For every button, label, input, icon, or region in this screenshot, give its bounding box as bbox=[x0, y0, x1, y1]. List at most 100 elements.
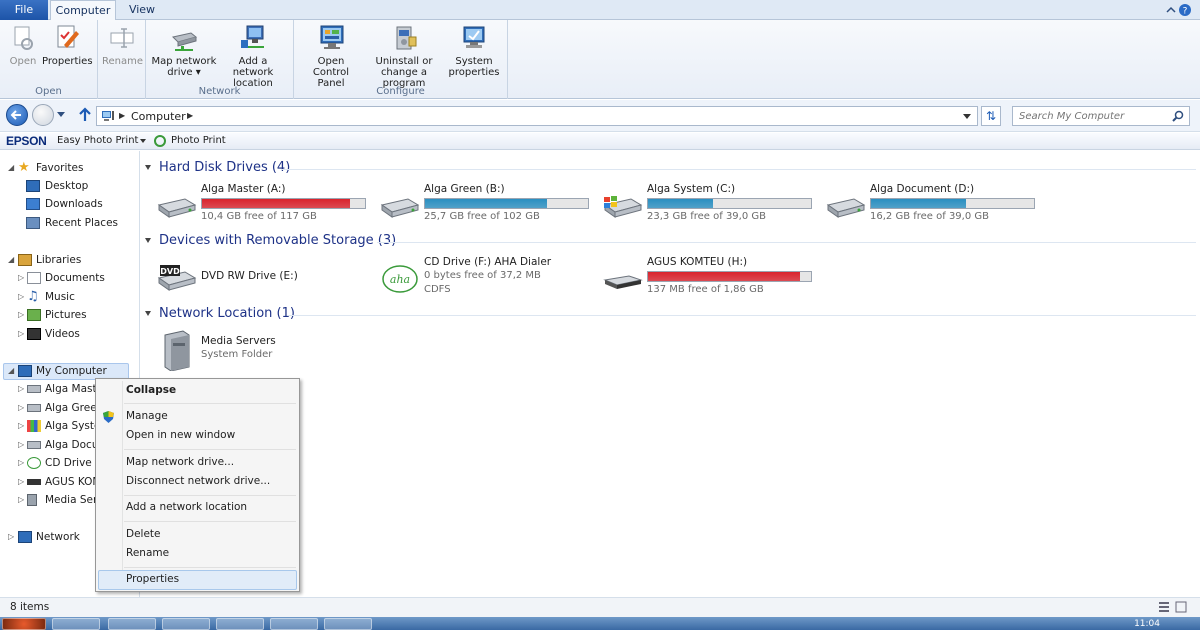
drive-usage-fill bbox=[871, 199, 966, 208]
help-icon[interactable]: ? bbox=[1164, 2, 1192, 18]
add-network-location-button[interactable]: Add a network location bbox=[218, 23, 288, 89]
tab-view[interactable]: View bbox=[120, 0, 164, 20]
section-removable-storage[interactable]: Devices with Removable Storage (3) bbox=[145, 232, 396, 252]
taskbar-app-browser[interactable] bbox=[162, 618, 210, 630]
map-network-drive-button[interactable]: Map network drive ▾ bbox=[150, 23, 218, 78]
section-removable-storage-title: Devices with Removable Storage (3) bbox=[159, 233, 397, 248]
drive-c[interactable]: Alga System (C:) 23,3 GB free of 39,0 GB bbox=[603, 183, 823, 227]
collapse-arrow-icon[interactable] bbox=[145, 311, 151, 316]
drive-d[interactable]: Alga Document (D:) 16,2 GB free of 39,0 … bbox=[826, 183, 1046, 227]
item-count: 8 items bbox=[10, 601, 50, 613]
view-mode-icon[interactable] bbox=[1158, 601, 1188, 613]
drive-e[interactable]: DVD DVD RW Drive (E:) bbox=[157, 256, 377, 300]
context-menu: Collapse Manage Open in new window Map n… bbox=[95, 378, 300, 592]
easy-photo-print-button[interactable]: Easy Photo Print bbox=[57, 135, 138, 146]
photo-print-button[interactable]: Photo Print bbox=[171, 135, 226, 146]
media-servers[interactable]: Media Servers System Folder bbox=[157, 329, 377, 373]
expand-arrow-icon[interactable]: ▷ bbox=[8, 529, 14, 545]
map-drive-icon bbox=[172, 32, 198, 51]
search-box[interactable] bbox=[1012, 106, 1190, 126]
downloads-icon bbox=[26, 198, 40, 210]
system-properties-label-2: properties bbox=[448, 67, 500, 78]
breadcrumb-chevron-icon[interactable]: ▶ bbox=[187, 111, 193, 120]
search-input[interactable] bbox=[1013, 107, 1163, 125]
expand-arrow-icon[interactable]: ▷ bbox=[18, 307, 24, 323]
forward-button[interactable] bbox=[32, 104, 54, 126]
tab-computer[interactable]: Computer bbox=[50, 0, 116, 21]
uninstall-program-button[interactable]: Uninstall or change a program bbox=[364, 23, 444, 89]
menu-item-delete[interactable]: Delete bbox=[126, 528, 161, 540]
cd-drive-icon: aha bbox=[382, 265, 418, 293]
open-button[interactable]: Open bbox=[6, 23, 40, 67]
collapse-arrow-icon[interactable]: ◢ bbox=[8, 160, 14, 176]
expand-arrow-icon[interactable]: ▷ bbox=[18, 418, 24, 434]
menu-item-properties[interactable]: Properties bbox=[126, 573, 179, 585]
epson-toolbar: EPSON Easy Photo Print Photo Print bbox=[0, 133, 1200, 150]
expand-arrow-icon[interactable]: ▷ bbox=[18, 326, 24, 342]
taskbar-app-word[interactable] bbox=[216, 618, 264, 630]
start-button[interactable] bbox=[2, 618, 46, 630]
collapse-arrow-icon[interactable]: ◢ bbox=[8, 252, 14, 268]
open-control-panel-button[interactable]: Open Control Panel bbox=[298, 23, 364, 89]
menu-item-map-network-drive[interactable]: Map network drive... bbox=[126, 456, 234, 468]
drive-name: CD Drive (F:) AHA Dialer bbox=[424, 256, 552, 268]
drive-b[interactable]: Alga Green (B:) 25,7 GB free of 102 GB bbox=[380, 183, 600, 227]
uninstall-label-1: Uninstall or bbox=[375, 56, 433, 67]
menu-item-add-network-location[interactable]: Add a network location bbox=[126, 501, 247, 513]
drive-usage-bar bbox=[870, 198, 1035, 209]
back-arrow-icon bbox=[10, 110, 21, 120]
rename-button[interactable]: Rename bbox=[102, 23, 143, 67]
media-server-icon bbox=[164, 330, 190, 371]
section-hard-disk-drives[interactable]: Hard Disk Drives (4) bbox=[145, 159, 290, 179]
dvd-drive-icon: DVD bbox=[157, 265, 197, 291]
expand-arrow-icon[interactable]: ▷ bbox=[18, 270, 24, 286]
easy-photo-print-dropdown[interactable] bbox=[140, 139, 146, 143]
expand-arrow-icon[interactable]: ▷ bbox=[18, 437, 24, 453]
collapse-arrow-icon[interactable]: ◢ bbox=[8, 363, 14, 379]
expand-arrow-icon[interactable]: ▷ bbox=[18, 381, 24, 397]
nav-videos-label: Videos bbox=[45, 328, 80, 340]
taskbar-app-ie[interactable] bbox=[52, 618, 100, 630]
search-icon[interactable] bbox=[1172, 110, 1184, 122]
expand-arrow-icon[interactable]: ▷ bbox=[18, 289, 24, 305]
breadcrumb-computer[interactable]: Computer bbox=[131, 110, 186, 123]
address-history-dropdown[interactable] bbox=[963, 114, 971, 119]
drive-a[interactable]: Alga Master (A:) 10,4 GB free of 117 GB bbox=[157, 183, 377, 227]
cd-drive-icon bbox=[27, 457, 41, 469]
drive-f[interactable]: aha CD Drive (F:) AHA Dialer 0 bytes fre… bbox=[380, 256, 600, 300]
taskbar-app-powerpoint[interactable] bbox=[270, 618, 318, 630]
breadcrumb-chevron-icon[interactable]: ▶ bbox=[119, 111, 125, 120]
menu-item-manage[interactable]: Manage bbox=[126, 410, 168, 422]
menu-item-disconnect-network-drive[interactable]: Disconnect network drive... bbox=[126, 475, 270, 487]
drive-h[interactable]: AGUS KOMTEU (H:) 137 MB free of 1,86 GB bbox=[603, 256, 823, 300]
ribbon-group-open-label: Open bbox=[35, 86, 62, 97]
drive-free-space: 0 bytes free of 37,2 MB bbox=[424, 270, 541, 281]
expand-arrow-icon[interactable]: ▷ bbox=[18, 455, 24, 471]
menu-item-collapse[interactable]: Collapse bbox=[126, 384, 176, 396]
menu-item-open-new-window[interactable]: Open in new window bbox=[126, 429, 235, 441]
system-properties-button[interactable]: System properties bbox=[444, 23, 504, 78]
expand-arrow-icon[interactable]: ▷ bbox=[18, 474, 24, 490]
address-field[interactable]: ▶ Computer ▶ bbox=[96, 106, 978, 126]
back-button[interactable] bbox=[6, 104, 28, 126]
menu-item-rename[interactable]: Rename bbox=[126, 547, 169, 559]
section-network-location[interactable]: Network Location (1) bbox=[145, 305, 295, 325]
tab-file[interactable]: File bbox=[0, 0, 48, 20]
up-arrow-icon[interactable] bbox=[78, 107, 92, 123]
expand-arrow-icon[interactable]: ▷ bbox=[18, 492, 24, 508]
collapse-arrow-icon[interactable] bbox=[145, 238, 151, 243]
taskbar-app-explorer[interactable] bbox=[108, 618, 156, 630]
hard-drive-icon bbox=[380, 198, 420, 218]
recent-pages-dropdown[interactable] bbox=[57, 112, 65, 117]
uninstall-icon bbox=[396, 26, 417, 50]
ribbon-group-configure: Open Control Panel Uninstall or change a… bbox=[294, 20, 508, 99]
epson-logo: EPSON bbox=[6, 134, 47, 148]
hard-drive-icon bbox=[157, 198, 197, 218]
properties-button[interactable]: Properties bbox=[42, 23, 93, 67]
collapse-arrow-icon[interactable] bbox=[145, 165, 151, 170]
refresh-button[interactable]: ⇅ bbox=[981, 106, 1001, 126]
drive-usage-fill bbox=[648, 272, 800, 281]
taskbar-app-chrome[interactable] bbox=[324, 618, 372, 630]
expand-arrow-icon[interactable]: ▷ bbox=[18, 400, 24, 416]
menu-separator bbox=[124, 403, 296, 404]
